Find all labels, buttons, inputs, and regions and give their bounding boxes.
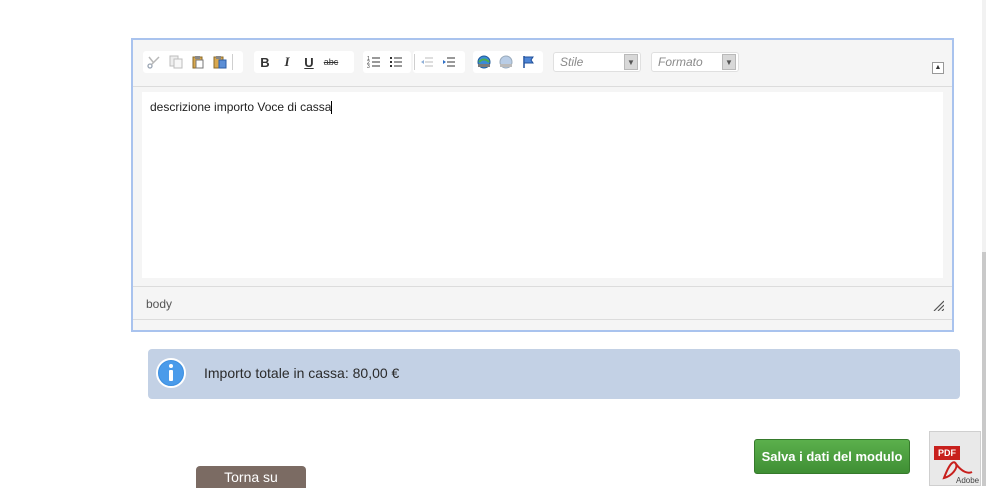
paste-icon[interactable] bbox=[187, 52, 209, 72]
element-path-label[interactable]: body bbox=[146, 297, 172, 311]
save-module-button[interactable]: Salva i dati del modulo bbox=[754, 439, 910, 474]
svg-text:3: 3 bbox=[367, 64, 370, 69]
info-icon bbox=[156, 358, 186, 388]
format-combo[interactable]: Formato ▼ bbox=[651, 52, 739, 72]
scissors-icon[interactable] bbox=[143, 52, 165, 72]
editor-content-area[interactable]: descrizione importo Voce di cassa bbox=[142, 92, 943, 278]
format-combo-label: Formato bbox=[658, 55, 703, 69]
toolbar-separator bbox=[414, 54, 415, 70]
resize-grip-icon[interactable] bbox=[932, 299, 944, 311]
toolbar-separator bbox=[232, 54, 233, 70]
underline-button[interactable]: U bbox=[298, 52, 320, 72]
strikethrough-button[interactable]: abc bbox=[320, 52, 342, 72]
unlink-icon[interactable] bbox=[495, 52, 517, 72]
indent-group bbox=[413, 51, 465, 73]
clipboard-group bbox=[143, 51, 243, 73]
editor-statusbar: body bbox=[133, 286, 952, 320]
cash-total-text: Importo totale in cassa: 80,00 € bbox=[204, 365, 400, 381]
back-to-top-button[interactable]: Torna su bbox=[196, 466, 306, 488]
pdf-sub-label: Adobe bbox=[956, 476, 980, 485]
text-style-group: B I U abc bbox=[254, 51, 354, 73]
bulleted-list-icon[interactable] bbox=[385, 52, 407, 72]
indent-icon[interactable] bbox=[438, 52, 460, 72]
style-combo-label: Stile bbox=[560, 55, 584, 69]
style-combo[interactable]: Stile ▼ bbox=[553, 52, 641, 72]
chevron-down-icon[interactable]: ▼ bbox=[722, 54, 736, 70]
list-group: 123 bbox=[363, 51, 411, 73]
bold-button[interactable]: B bbox=[254, 52, 276, 72]
outdent-icon[interactable] bbox=[416, 52, 438, 72]
text-caret bbox=[331, 101, 333, 115]
paste-text-icon[interactable] bbox=[209, 52, 231, 72]
editor-toolbar: B I U abc 123 Stile ▼ Formato ▼ ▲ bbox=[133, 40, 952, 87]
rich-text-editor: B I U abc 123 Stile ▼ Formato ▼ ▲ descri… bbox=[131, 38, 954, 332]
cash-total-info-box: Importo totale in cassa: 80,00 € bbox=[148, 349, 960, 399]
collapse-toolbar-button[interactable]: ▲ bbox=[932, 62, 944, 74]
copy-icon[interactable] bbox=[165, 52, 187, 72]
link-group bbox=[473, 51, 543, 73]
pdf-export-icon[interactable]: PDF Adobe bbox=[929, 431, 981, 486]
page-scrollbar-thumb[interactable] bbox=[982, 252, 986, 486]
numbered-list-icon[interactable]: 123 bbox=[363, 52, 385, 72]
italic-button[interactable]: I bbox=[276, 52, 298, 72]
editor-content-text: descrizione importo Voce di cassa bbox=[150, 100, 332, 114]
chevron-down-icon[interactable]: ▼ bbox=[624, 54, 638, 70]
link-icon[interactable] bbox=[473, 52, 495, 72]
anchor-icon[interactable] bbox=[517, 52, 539, 72]
